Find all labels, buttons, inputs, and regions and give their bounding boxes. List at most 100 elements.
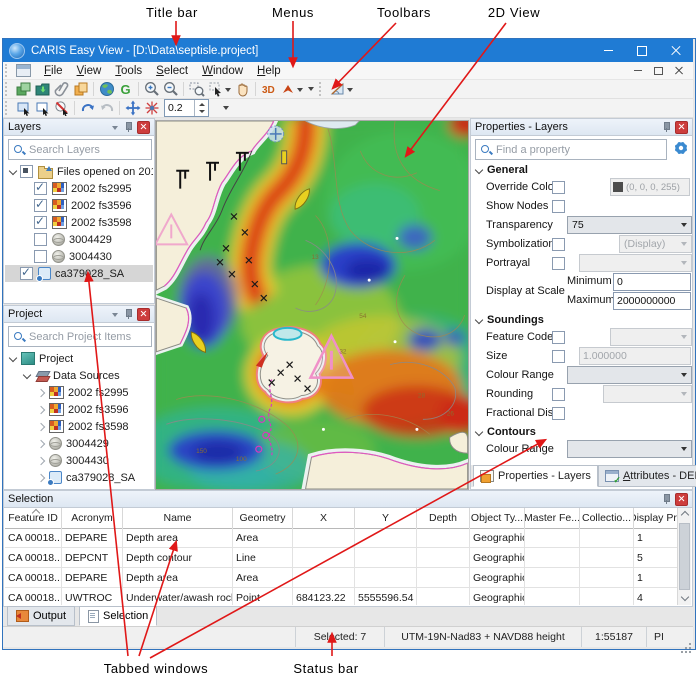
override-colour-checkbox[interactable]: [552, 181, 565, 194]
snap-tolerance-button[interactable]: [143, 100, 160, 117]
layers-item[interactable]: 2002 fs2995: [5, 180, 153, 197]
column-header[interactable]: Y: [355, 508, 417, 528]
layers-item[interactable]: Files opened on 201...: [5, 163, 153, 180]
panel-close-icon[interactable]: [137, 121, 150, 134]
maximize-button[interactable]: [625, 39, 659, 62]
open-layers-button[interactable]: [15, 81, 32, 98]
scroll-up-button[interactable]: [678, 508, 691, 522]
selection-row[interactable]: CA 00018...DEPAREDepth areaAreaGeographi…: [5, 568, 678, 588]
size-checkbox[interactable]: [552, 350, 565, 363]
select-by-area-button[interactable]: [34, 100, 51, 117]
next-view-button[interactable]: [98, 100, 115, 117]
pin-icon[interactable]: [123, 122, 132, 132]
project-item[interactable]: Data Sources: [5, 367, 153, 384]
copy-button[interactable]: [72, 81, 89, 98]
menu-help[interactable]: Help: [250, 65, 288, 77]
collapse-icon[interactable]: [475, 165, 483, 173]
zoom-window-button[interactable]: [188, 81, 205, 98]
menu-window[interactable]: Window: [195, 65, 250, 77]
tab-attributes-depcnt[interactable]: Attributes - DEPCNT: [598, 465, 696, 487]
center-view-button[interactable]: [124, 100, 141, 117]
column-header[interactable]: Collectio...: [580, 508, 634, 528]
measure-dropdown-icon[interactable]: [347, 88, 353, 95]
toolbar-grip[interactable]: [5, 82, 11, 96]
collapse-icon[interactable]: [475, 427, 483, 435]
2d-view-map[interactable]: 54 32 28 26 150 100 13: [156, 121, 468, 489]
transparency-dropdown[interactable]: 75: [567, 216, 692, 234]
select-tool-dropdown-icon[interactable]: [225, 88, 231, 95]
properties-panel-header[interactable]: Properties - Layers: [471, 119, 692, 136]
panel-menu-icon[interactable]: [112, 313, 118, 320]
panel-close-icon[interactable]: [675, 493, 688, 506]
title-bar[interactable]: CARIS Easy View - [D:\Data\septisle.proj…: [3, 39, 693, 62]
child-close-icon[interactable]: [675, 67, 683, 75]
column-header[interactable]: Depth: [417, 508, 470, 528]
column-header[interactable]: Master Fe...: [525, 508, 580, 528]
project-search-input[interactable]: Search Project Items: [8, 326, 152, 347]
portrayal-checkbox[interactable]: [552, 257, 565, 270]
visibility-checkbox[interactable]: [20, 165, 33, 178]
zoom-out-button[interactable]: [162, 81, 179, 98]
project-item[interactable]: 2002 fs3598: [5, 418, 153, 435]
zoom-in-button[interactable]: [143, 81, 160, 98]
toolbar-overflow-button[interactable]: [223, 104, 229, 113]
vertical-scrollbar[interactable]: [677, 508, 691, 605]
portrayal-dropdown[interactable]: [579, 254, 692, 272]
child-restore-icon[interactable]: [654, 67, 663, 75]
selection-panel-header[interactable]: Selection: [4, 491, 692, 508]
panel-menu-icon[interactable]: [112, 126, 118, 133]
status-coordinate-system[interactable]: UTM-19N-Nad83 + NAVD88 height: [384, 627, 581, 647]
feature-code-checkbox[interactable]: [552, 331, 565, 344]
spin-up-icon[interactable]: [199, 100, 205, 106]
visibility-checkbox[interactable]: [20, 267, 33, 280]
layers-search-input[interactable]: Search Layers: [8, 139, 152, 160]
pin-icon[interactable]: [661, 494, 670, 504]
toolbar-overflow-button[interactable]: [308, 85, 314, 94]
expander-icon[interactable]: [35, 424, 47, 430]
menu-file[interactable]: File: [37, 65, 70, 77]
project-item[interactable]: 2002 fs2995: [5, 384, 153, 401]
size-input[interactable]: 1.000000: [579, 347, 691, 365]
layers-item[interactable]: 3004430: [5, 248, 153, 265]
visibility-checkbox[interactable]: [34, 216, 47, 229]
close-button[interactable]: [659, 39, 693, 62]
minimize-button[interactable]: [591, 39, 625, 62]
symbolization-checkbox[interactable]: [552, 238, 565, 251]
selection-row[interactable]: CA 00018...UWTROCUnderwater/awash rockPo…: [5, 588, 678, 605]
2d-view[interactable]: 54 32 28 26 150 100 13: [155, 120, 469, 490]
gear-icon[interactable]: [673, 140, 689, 156]
selection-row[interactable]: CA 00018...DEPCNTDepth contourLineGeogra…: [5, 548, 678, 568]
soundings-colour-range-dropdown[interactable]: [567, 366, 692, 384]
scale-maximum-input[interactable]: 2000000000: [613, 292, 691, 310]
fractional-checkbox[interactable]: [552, 407, 565, 420]
tab-properties-layers[interactable]: Properties - Layers: [473, 465, 598, 487]
previous-view-button[interactable]: [79, 100, 96, 117]
visibility-checkbox[interactable]: [34, 233, 47, 246]
select-by-rectangle-button[interactable]: [15, 100, 32, 117]
expander-icon[interactable]: [35, 407, 47, 413]
globe-button[interactable]: [98, 81, 115, 98]
measure-tool-button[interactable]: [329, 81, 346, 98]
scale-minimum-input[interactable]: 0: [613, 273, 691, 291]
document-icon[interactable]: [16, 64, 31, 77]
pin-icon[interactable]: [661, 122, 670, 132]
column-header[interactable]: Display Pr...: [634, 508, 681, 528]
show-nodes-checkbox[interactable]: [552, 200, 565, 213]
column-header[interactable]: X: [293, 508, 355, 528]
3d-view-button[interactable]: 3D: [260, 81, 277, 98]
section-contours[interactable]: Contours: [472, 423, 691, 440]
tolerance-spinner[interactable]: [194, 100, 208, 116]
tolerance-input[interactable]: 0.2: [164, 99, 209, 117]
project-panel-header[interactable]: Project: [4, 306, 154, 323]
expander-icon[interactable]: [7, 170, 19, 174]
pin-icon[interactable]: [123, 309, 132, 319]
resize-grip[interactable]: [683, 627, 693, 647]
property-search-input[interactable]: Find a property: [475, 139, 667, 160]
pan-tool-button[interactable]: [234, 81, 251, 98]
expander-icon[interactable]: [35, 441, 47, 447]
menu-tools[interactable]: Tools: [108, 65, 149, 77]
open-file-button[interactable]: [34, 81, 51, 98]
tab-selection[interactable]: Selection: [79, 606, 157, 626]
column-header[interactable]: Acronym: [62, 508, 123, 528]
section-general[interactable]: General: [472, 161, 691, 178]
